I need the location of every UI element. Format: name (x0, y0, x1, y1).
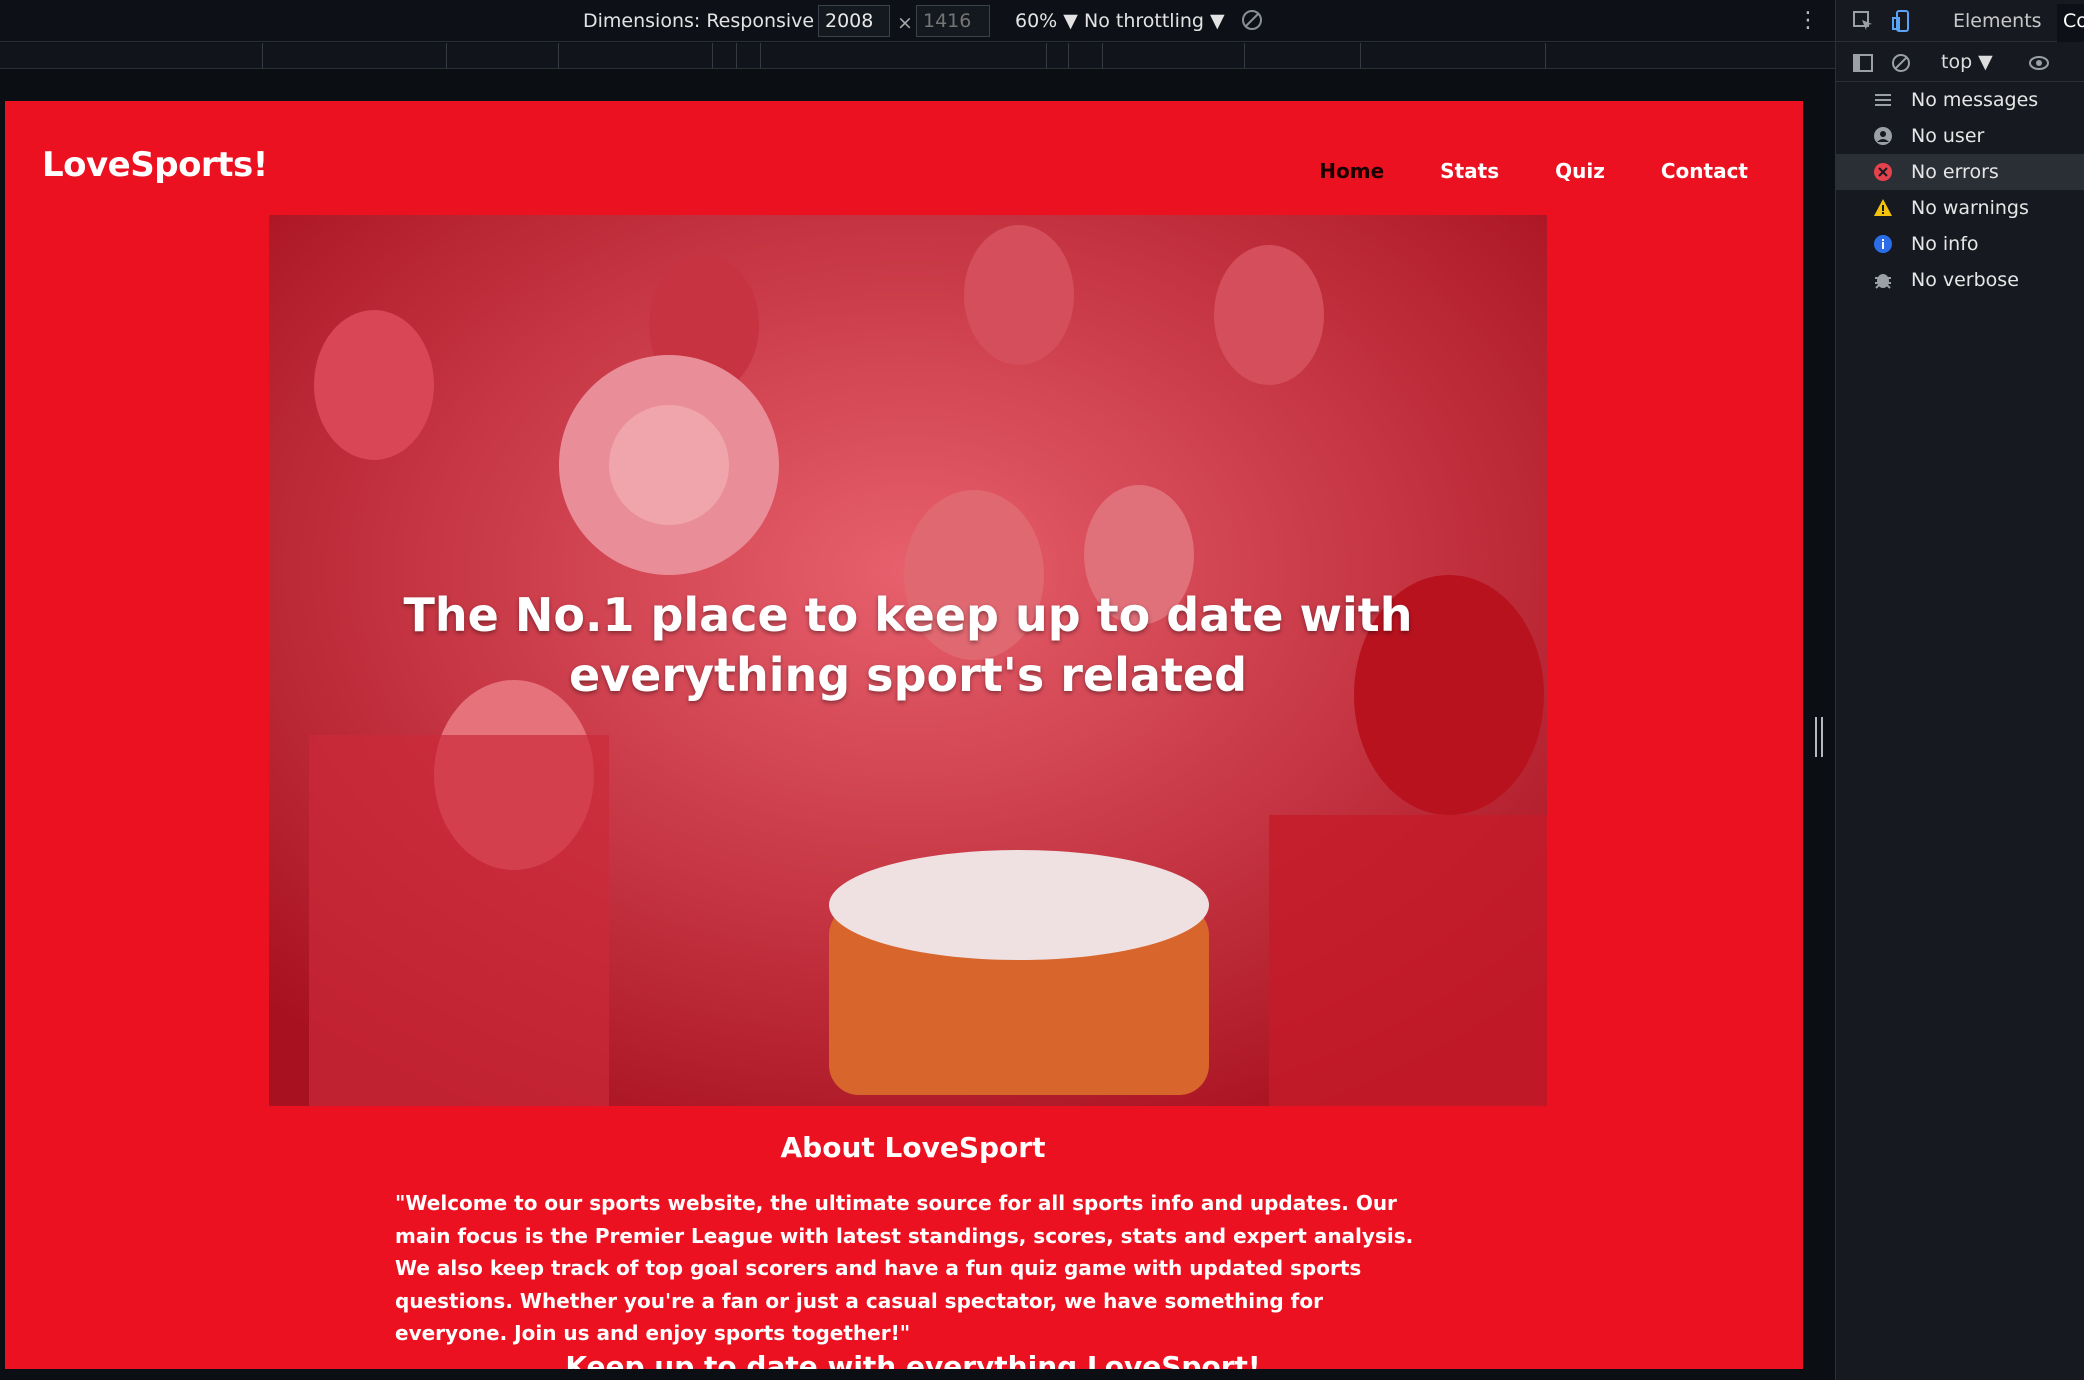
hero-banner: The No.1 place to keep up to date with e… (269, 215, 1547, 1106)
level-verbose[interactable]: No verbose (1836, 262, 2084, 298)
nav-contact[interactable]: Contact (1661, 159, 1748, 183)
section-heading: Keep up to date with everything LoveSpor… (565, 1350, 1261, 1369)
console-sidebar: No messages No user messages No errors N… (1836, 82, 2084, 298)
about-heading: About LoveSport (780, 1131, 1046, 1164)
devtools-tabbar: Elements Co (1836, 0, 2084, 42)
sidebar-toggle-icon[interactable] (1852, 52, 1874, 74)
nav-stats[interactable]: Stats (1440, 159, 1499, 183)
viewport-height-input[interactable] (916, 5, 990, 37)
more-options-icon[interactable]: ⋮ (1797, 8, 1819, 33)
level-label: No info (1911, 233, 1979, 255)
rotate-icon[interactable] (1240, 8, 1264, 32)
clear-console-icon[interactable] (1890, 52, 1912, 74)
level-errors[interactable]: No errors (1836, 154, 2084, 190)
level-label: No warnings (1911, 197, 2029, 219)
hero-title: The No.1 place to keep up to date with e… (403, 588, 1413, 702)
info-icon (1874, 235, 1892, 253)
viewport-resize-handle[interactable] (1815, 717, 1823, 757)
dimension-separator: × (897, 12, 913, 34)
tab-console[interactable]: Co (2057, 4, 2084, 42)
about-paragraph: "Welcome to our sports website, the ulti… (395, 1191, 1414, 1345)
console-toolbar: top ▼ (1836, 42, 2084, 82)
level-label: No errors (1911, 161, 1999, 183)
nav-home[interactable]: Home (1319, 159, 1384, 183)
viewport-width-input[interactable] (818, 5, 890, 37)
error-icon (1874, 163, 1892, 181)
level-label: No verbose (1911, 269, 2019, 291)
device-toolbar-icon[interactable] (1891, 10, 1913, 32)
level-info[interactable]: No info (1836, 226, 2084, 262)
media-query-ruler[interactable] (0, 43, 1835, 69)
device-toolbar: Dimensions: Responsive ▼ × 60% ▼ No thro… (0, 0, 1835, 42)
level-messages[interactable]: No messages (1836, 82, 2084, 118)
level-user-messages[interactable]: No user messages (1836, 118, 2084, 183)
zoom-dropdown[interactable]: 60% ▼ (1015, 10, 1078, 32)
emulated-viewport: LoveSports! Home Stats Quiz Contact The … (5, 101, 1803, 1369)
throttling-dropdown[interactable]: No throttling ▼ (1084, 10, 1225, 32)
tab-elements[interactable]: Elements (1953, 10, 2042, 32)
nav-quiz[interactable]: Quiz (1555, 159, 1605, 183)
site-logo[interactable]: LoveSports! (42, 145, 268, 185)
main-nav: Home Stats Quiz Contact (1319, 159, 1748, 183)
list-icon (1875, 94, 1891, 106)
warning-icon (1874, 199, 1892, 216)
bug-icon (1875, 274, 1891, 289)
level-warnings[interactable]: No warnings (1836, 190, 2084, 226)
inspect-element-icon[interactable] (1852, 10, 1874, 32)
devtools-panel: Elements Co top ▼ No messages No user No… (1835, 0, 2084, 1380)
context-selector[interactable]: top ▼ (1941, 51, 1993, 73)
eye-icon[interactable] (2028, 52, 2050, 74)
user-icon (1874, 127, 1892, 145)
dimensions-dropdown[interactable]: Dimensions: Responsive ▼ (583, 10, 835, 32)
level-label: No messages (1911, 89, 2039, 111)
